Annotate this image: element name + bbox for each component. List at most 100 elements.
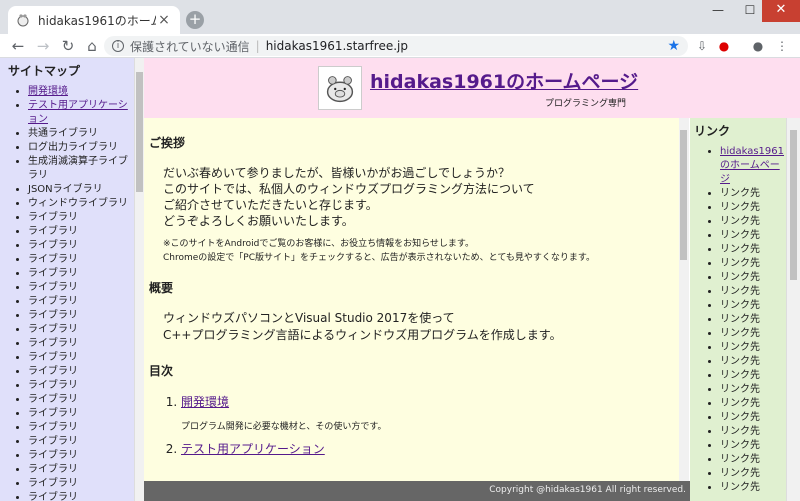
links-item[interactable]: リンク先 xyxy=(720,369,786,383)
sitemap-link[interactable]: 開発環境 xyxy=(28,86,68,97)
greeting-line: このサイトでは、私個人のウィンドウズプログラミング方法について xyxy=(163,182,535,196)
toc-heading: 目次 xyxy=(149,364,174,378)
links-item[interactable]: リンク先 xyxy=(720,229,786,243)
sitemap-item: ライブラリ xyxy=(28,253,134,267)
links-item[interactable]: リンク先 xyxy=(720,243,786,257)
url-text[interactable]: hidakas1961.starfree.jp xyxy=(266,39,668,53)
record-extension-icon[interactable]: ● xyxy=(716,38,732,54)
copyright-text: Copyright @hidakas1961 All right reserve… xyxy=(489,485,686,495)
greeting-line: だいぶ春めいて参りましたが、皆様いかがお過ごしでしょうか？ xyxy=(163,166,511,180)
address-bar[interactable]: i 保護されていない通信 | hidakas1961.starfree.jp ★ xyxy=(104,36,688,56)
reload-icon[interactable]: ↻ xyxy=(58,36,78,56)
greeting-line: どうぞよろしくお願いいたします。 xyxy=(163,214,354,228)
links-item[interactable]: リンク先 xyxy=(720,299,786,313)
security-label: 保護されていない通信 xyxy=(130,39,250,54)
sitemap-item: ライブラリ xyxy=(28,449,134,463)
sitemap-item: ライブラリ xyxy=(28,491,134,501)
web-page: サイトマップ 開発環境 テスト用アプリケーション 共通ライブラリログ出力ライブラ… xyxy=(0,58,800,501)
pig-logo-icon xyxy=(318,66,362,110)
sitemap-item: テスト用アプリケーション xyxy=(28,99,134,127)
site-title[interactable]: hidakas1961のホームページ xyxy=(370,67,638,94)
sitemap-list: 開発環境 テスト用アプリケーション 共通ライブラリログ出力ライブラリ生成消滅演算… xyxy=(8,85,134,501)
links-item[interactable]: リンク先 xyxy=(720,481,786,495)
toc-list: 開発環境 プログラム開発に必要な機材と、その使い方です。 テスト用アプリケーショ… xyxy=(149,393,679,457)
sitemap-item: ライブラリ xyxy=(28,421,134,435)
home-icon[interactable]: ⌂ xyxy=(82,36,102,56)
sitemap-item: ライブラリ xyxy=(28,323,134,337)
sitemap-scroll-thumb[interactable] xyxy=(136,72,143,192)
window-close-icon[interactable]: ✕ xyxy=(762,0,800,22)
profile-icon[interactable]: ● xyxy=(750,38,766,54)
footer: Copyright @hidakas1961 All right reserve… xyxy=(144,481,690,501)
greeting-text: だいぶ春めいて参りましたが、皆様いかがお過ごしでしょうか？ このサイトでは、私個… xyxy=(149,165,679,229)
content-scroll-thumb[interactable] xyxy=(680,130,687,260)
links-item[interactable]: リンク先 xyxy=(720,201,786,215)
site-header: hidakas1961のホームページ プログラミング専門 xyxy=(144,58,800,118)
links-item[interactable]: リンク先 xyxy=(720,313,786,327)
sitemap-item: ライブラリ xyxy=(28,267,134,281)
links-item[interactable]: リンク先 xyxy=(720,467,786,481)
toc-link[interactable]: 開発環境 xyxy=(181,395,229,409)
overview-text: ウィンドウズパソコンとVisual Studio 2017を使って C++プログ… xyxy=(149,310,679,344)
sitemap-item: ライブラリ xyxy=(28,407,134,421)
new-tab-button[interactable]: + xyxy=(186,11,204,29)
sitemap-item: ライブラリ xyxy=(28,477,134,491)
info-icon[interactable]: i xyxy=(112,40,124,52)
bookmark-star-icon[interactable]: ★ xyxy=(667,38,680,54)
sitemap-sidebar: サイトマップ 開発環境 テスト用アプリケーション 共通ライブラリログ出力ライブラ… xyxy=(0,58,134,501)
forward-arrow-icon[interactable]: → xyxy=(33,36,53,56)
kebab-menu-icon[interactable]: ⋮ xyxy=(774,38,790,54)
links-item[interactable]: リンク先 xyxy=(720,341,786,355)
note-line: Chromeの設定で「PC版サイト」をチェックすると、広告が表示されないため、と… xyxy=(163,253,596,263)
sitemap-item: ライブラリ xyxy=(28,435,134,449)
links-item[interactable]: リンク先 xyxy=(720,355,786,369)
links-item[interactable]: リンク先 xyxy=(720,285,786,299)
links-item[interactable]: リンク先 xyxy=(720,439,786,453)
links-item[interactable]: リンク先 xyxy=(720,425,786,439)
tab-title: hidakas1961のホームページ xyxy=(38,13,156,28)
links-item[interactable]: リンク先 xyxy=(720,327,786,341)
download-extension-icon[interactable]: ⇩ xyxy=(694,38,710,54)
links-item[interactable]: リンク先 xyxy=(720,397,786,411)
note-line: ※このサイトをAndroidでご覧のお客様に、お役立ち情報をお知らせします。 xyxy=(163,239,474,249)
links-item[interactable]: リンク先 xyxy=(720,187,786,201)
sitemap-item: ライブラリ xyxy=(28,211,134,225)
toc-description: プログラム開発に必要な機材と、その使い方です。 xyxy=(181,422,387,432)
sitemap-scrollbar[interactable] xyxy=(134,58,144,501)
overview-line: ウィンドウズパソコンとVisual Studio 2017を使って xyxy=(163,311,455,325)
sitemap-item: ライブラリ xyxy=(28,281,134,295)
sitemap-item: 共通ライブラリ xyxy=(28,127,134,141)
links-scrollbar[interactable] xyxy=(786,118,800,501)
sitemap-item: ログ出力ライブラリ xyxy=(28,141,134,155)
toc-link[interactable]: テスト用アプリケーション xyxy=(181,442,325,456)
links-title: リンク xyxy=(694,124,731,138)
tab-close-icon[interactable]: × xyxy=(156,12,172,28)
sitemap-item: ライブラリ xyxy=(28,351,134,365)
back-arrow-icon[interactable]: ← xyxy=(8,36,28,56)
overview-heading: 概要 xyxy=(149,281,174,295)
links-item[interactable]: リンク先 xyxy=(720,215,786,229)
content-scrollbar[interactable] xyxy=(679,118,689,481)
greeting-line: ご紹介させていただきたいと存じます。 xyxy=(163,198,378,212)
links-item[interactable]: リンク先 xyxy=(720,453,786,467)
address-separator: | xyxy=(255,39,260,53)
toc-item: 開発環境 プログラム開発に必要な機材と、その使い方です。 xyxy=(181,393,679,432)
sitemap-item: ライブラリ xyxy=(28,225,134,239)
links-item[interactable]: リンク先 xyxy=(720,383,786,397)
sitemap-item: 開発環境 xyxy=(28,85,134,99)
minimize-icon[interactable]: — xyxy=(701,0,735,22)
browser-tab[interactable]: hidakas1961のホームページ × xyxy=(8,6,180,34)
links-item[interactable]: リンク先 xyxy=(720,411,786,425)
links-scroll-thumb[interactable] xyxy=(790,130,797,280)
greeting-heading: ご挨拶 xyxy=(149,136,186,150)
sitemap-link[interactable]: テスト用アプリケーション xyxy=(28,100,128,125)
site-subtitle: プログラミング専門 xyxy=(545,99,627,109)
sitemap-item: JSONライブラリ xyxy=(28,183,134,197)
links-sidebar: リンク hidakas1961のホームページ リンク先リンク先リンク先リンク先リ… xyxy=(690,118,786,501)
links-main-link[interactable]: hidakas1961のホームページ xyxy=(720,146,784,185)
sitemap-item: ライブラリ xyxy=(28,309,134,323)
links-item[interactable]: リンク先 xyxy=(720,271,786,285)
links-item[interactable]: リンク先 xyxy=(720,257,786,271)
sitemap-item: ライブラリ xyxy=(28,337,134,351)
links-list: hidakas1961のホームページ リンク先リンク先リンク先リンク先リンク先リ… xyxy=(694,145,786,495)
